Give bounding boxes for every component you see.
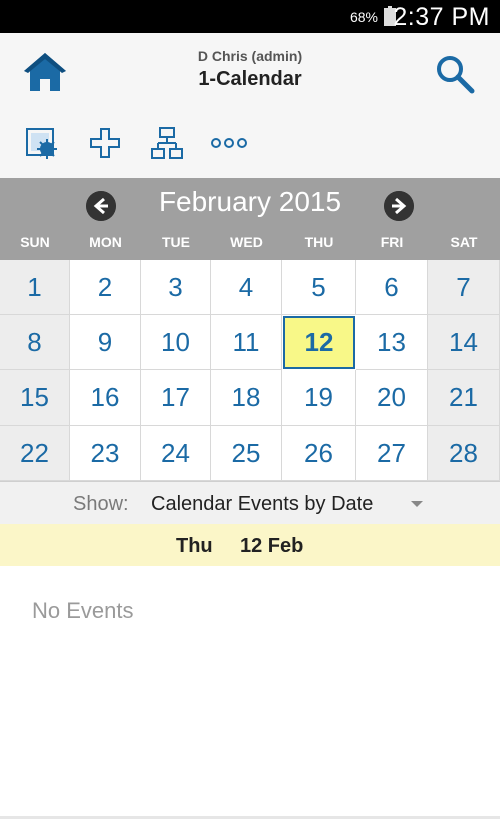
hierarchy-icon[interactable] [149,125,185,161]
weekday-label: WED [230,234,263,250]
calendar-day[interactable]: 9 [70,315,141,370]
calendar-day[interactable]: 25 [211,426,282,481]
calendar-header: February 2015 SUN MON TUE WED THU FRI SA… [0,178,500,260]
calendar-day[interactable]: 28 [428,426,500,481]
calendar-day[interactable]: 22 [0,426,70,481]
calendar-day[interactable]: 26 [282,426,356,481]
calendar-day[interactable]: 24 [141,426,211,481]
show-label: Show: [73,493,129,515]
calendar-day[interactable]: 18 [211,370,282,426]
calendar-day[interactable]: 3 [141,260,211,315]
calendar-day[interactable]: 10 [141,315,211,370]
page-title: 1-Calendar [198,68,302,90]
calendar-day[interactable]: 6 [356,260,428,315]
status-clock: 2:37 PM [393,3,490,31]
battery-percent: 68% [349,9,378,25]
weekday-label: SAT [450,234,478,250]
show-filter-row: Show: Calendar Events by Date [0,481,500,525]
calendar-day[interactable]: 14 [428,315,500,370]
more-icon[interactable] [210,125,248,161]
calendar-day[interactable]: 7 [428,260,500,315]
weekday-label: THU [304,234,334,250]
calendar-day[interactable]: 1 [0,260,70,315]
calendar-day[interactable]: 21 [428,370,500,426]
app-header: D Chris (admin) 1-Calendar [0,33,500,178]
calendar-day[interactable]: 27 [356,426,428,481]
calendar-day[interactable]: 2 [70,260,141,315]
calendar-day[interactable]: 8 [0,315,70,370]
weekday-label: SUN [20,234,50,250]
calendar-day[interactable]: 23 [70,426,141,481]
calendar-day-selected[interactable]: 12 [283,316,355,369]
weekday-label: TUE [162,234,190,250]
status-bar: 68% 2:37 PM [0,0,500,33]
user-label: D Chris (admin) [197,48,303,64]
weekday-label: MON [89,234,122,250]
calendar-day[interactable]: 11 [211,315,282,370]
calendar-day[interactable]: 5 [282,260,356,315]
weekday-label: FRI [380,234,404,250]
calendar-image-icon[interactable] [25,125,61,161]
selected-date: 12 Feb [240,535,304,557]
calendar-day[interactable]: 19 [282,370,356,426]
calendar-grid: 1 2 3 4 5 6 7 8 9 10 11 12 13 14 15 16 17 18 19 20 21 22 23 24 2… [0,260,500,481]
add-icon[interactable] [87,125,123,161]
selected-date-bar: Thu 12 Feb [0,524,500,566]
calendar-day[interactable]: 15 [0,370,70,426]
selected-day-of-week: Thu [176,535,213,557]
calendar-day[interactable]: 13 [356,315,428,370]
calendar-day[interactable]: 4 [211,260,282,315]
show-dropdown[interactable]: Calendar Events by Date [151,486,431,520]
show-selected-value: Calendar Events by Date [151,493,374,515]
month-title: February 2015 [158,186,342,217]
no-events-message: No Events [32,598,134,623]
calendar-day[interactable]: 17 [141,370,211,426]
weekday-header-row: SUN MON TUE WED THU FRI SAT [0,234,500,254]
dropdown-caret-icon [411,501,423,507]
calendar-day[interactable]: 20 [356,370,428,426]
next-month-icon[interactable] [384,191,414,221]
calendar-day[interactable]: 16 [70,370,141,426]
search-icon[interactable] [434,53,476,95]
